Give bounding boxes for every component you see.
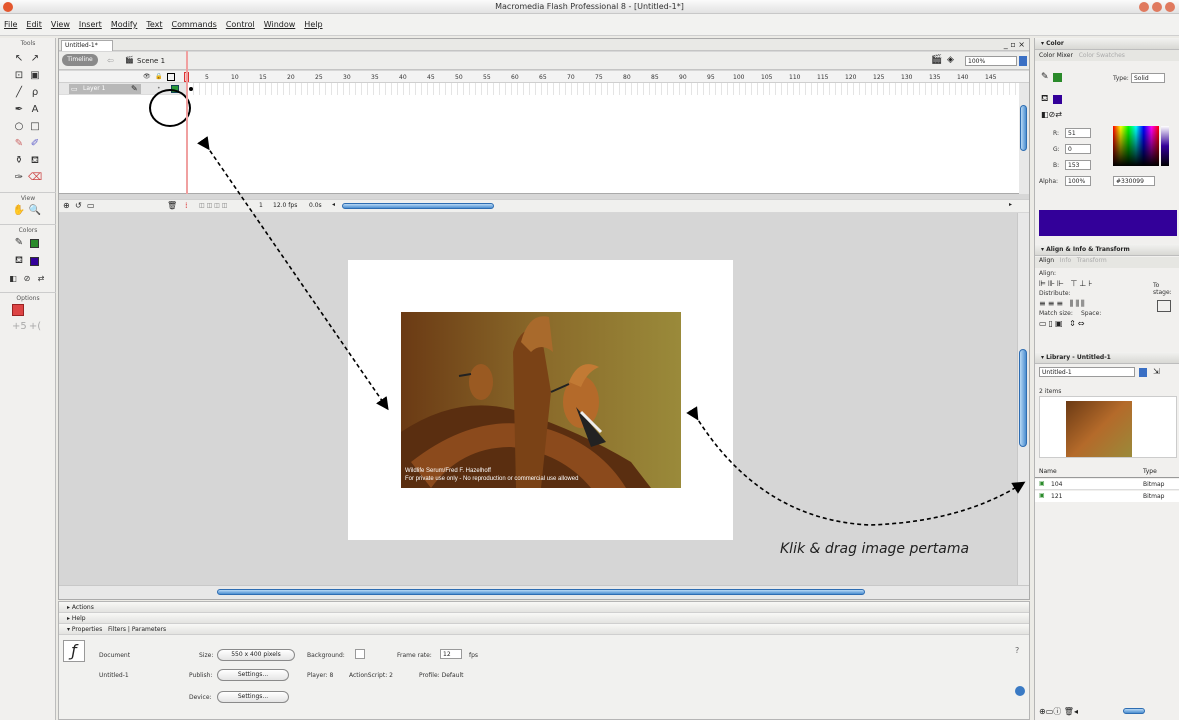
annotation-arrow-library-to-stage bbox=[686, 406, 1026, 526]
annotation-arrow-timeline-to-stage bbox=[197, 136, 389, 411]
annotation-caption: Klik & drag image pertama bbox=[780, 541, 970, 557]
annotation-arrows bbox=[197, 136, 1026, 526]
